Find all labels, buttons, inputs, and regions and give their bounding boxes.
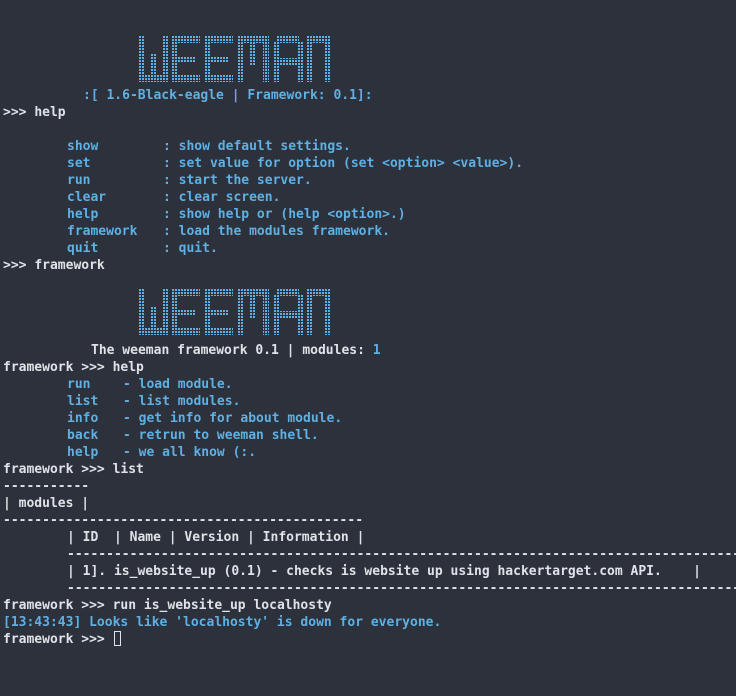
- help-cmd: help: [67, 207, 99, 222]
- prompt-line: >>> framework: [3, 257, 105, 274]
- typed-command: help: [112, 360, 144, 375]
- fw-help-cmd: run: [67, 377, 91, 392]
- fw-help-cmd: info: [67, 411, 99, 426]
- help-desc: : show default settings.: [163, 139, 351, 154]
- prompt-symbol: >>>: [3, 258, 35, 273]
- help-cmd: set: [67, 156, 91, 171]
- text-cursor[interactable]: [113, 631, 121, 646]
- framework-info-text: The weeman framework 0.1 | modules:: [91, 343, 373, 358]
- typed-command: run is_website_up localhosty: [112, 598, 332, 613]
- version-line: :[ 1.6-Black-eagle | Framework: 0.1]:: [83, 88, 373, 103]
- terminal-window[interactable]: :[ 1.6-Black-eagle | Framework: 0.1]: >>…: [0, 0, 736, 696]
- framework-info: The weeman framework 0.1 | modules: 1: [91, 342, 381, 359]
- fw-help-cmd: help: [67, 445, 99, 460]
- typed-command: framework: [34, 258, 105, 273]
- fw-help-cmd: list: [67, 394, 99, 409]
- help-desc: : start the server.: [163, 173, 312, 188]
- prompt-symbol: framework >>>: [3, 360, 113, 375]
- prompt-symbol: framework >>>: [3, 462, 113, 477]
- module-count: 1: [372, 343, 381, 358]
- table-header: | ID | Name | Version | Information |: [67, 530, 365, 545]
- table-row: | 1]. is_website_up (0.1) - checks is we…: [67, 564, 701, 579]
- help-cmd: quit: [67, 241, 99, 256]
- prompt-line: framework >>> list: [3, 461, 144, 478]
- result-line: [13:43:43] Looks like 'localhosty' is do…: [3, 615, 442, 630]
- typed-command: help: [34, 105, 66, 120]
- table-title: | modules |: [3, 496, 90, 511]
- fw-help-desc: - list modules.: [123, 394, 241, 409]
- help-desc: : clear screen.: [163, 190, 281, 205]
- fw-help-desc: - get info for about module.: [123, 411, 343, 426]
- table-separator: ----------------------------------------…: [67, 581, 736, 596]
- prompt-symbol: framework >>>: [3, 632, 113, 647]
- prompt-symbol: framework >>>: [3, 598, 113, 613]
- prompt-line: >>> help: [3, 104, 66, 121]
- fw-help-desc: - we all know (:.: [123, 445, 257, 460]
- help-cmd: show: [67, 139, 99, 154]
- prompt-line: framework >>> help: [3, 359, 144, 376]
- fw-help-cmd: back: [67, 428, 99, 443]
- prompt-line: framework >>> run is_website_up localhos…: [3, 597, 332, 614]
- table-separator: ----------------------------------------…: [3, 513, 364, 528]
- typed-command: list: [112, 462, 144, 477]
- weeman-logo: [139, 36, 331, 82]
- help-cmd: run: [67, 173, 91, 188]
- help-desc: : set value for option (set <option> <va…: [163, 156, 524, 171]
- table-separator: ----------------------------------------…: [67, 547, 736, 562]
- fw-help-desc: - retrun to weeman shell.: [123, 428, 319, 443]
- help-desc: : show help or (help <option>.): [163, 207, 406, 222]
- help-cmd: framework: [67, 224, 138, 239]
- help-desc: : load the modules framework.: [163, 224, 390, 239]
- weeman-logo: [139, 289, 331, 335]
- table-separator: -----------: [3, 479, 90, 494]
- fw-help-desc: - load module.: [123, 377, 233, 392]
- active-prompt-line[interactable]: framework >>>: [3, 631, 121, 648]
- help-cmd: clear: [67, 190, 107, 205]
- help-desc: : quit.: [163, 241, 218, 256]
- prompt-symbol: >>>: [3, 105, 35, 120]
